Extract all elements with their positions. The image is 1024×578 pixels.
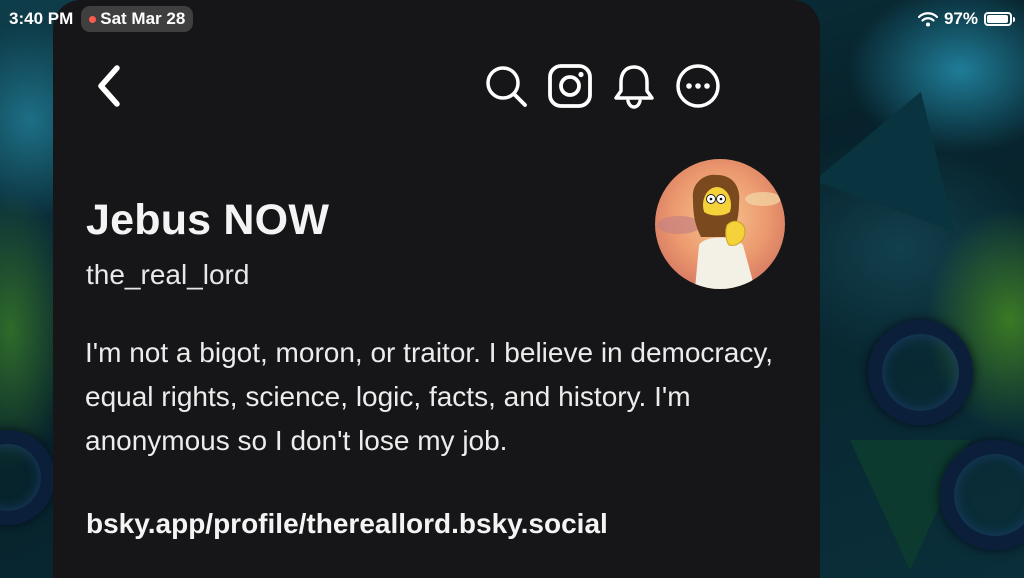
search-icon bbox=[486, 66, 527, 107]
back-button[interactable] bbox=[89, 63, 129, 109]
wallpaper-ring bbox=[0, 430, 55, 525]
status-time: 3:40 PM bbox=[9, 9, 74, 28]
wifi-icon bbox=[917, 12, 938, 27]
battery-icon bbox=[984, 12, 1015, 26]
avatar-image bbox=[655, 159, 785, 289]
search-button[interactable] bbox=[483, 62, 529, 110]
chevron-left-icon bbox=[98, 65, 120, 107]
wallpaper-shard bbox=[814, 67, 996, 233]
bell-icon bbox=[614, 65, 654, 109]
status-date: Sat Mar 28 bbox=[100, 9, 186, 28]
user-handle: the_real_lord bbox=[86, 259, 250, 290]
screen-recording-indicator[interactable]: Sat Mar 28 bbox=[81, 6, 194, 32]
avatar[interactable] bbox=[655, 159, 785, 289]
status-right: 97% bbox=[917, 9, 1015, 29]
instagram-button[interactable] bbox=[547, 62, 593, 110]
status-bar: 3:40 PM Sat Mar 28 97% bbox=[0, 0, 1024, 38]
status-left: 3:40 PM Sat Mar 28 bbox=[9, 6, 194, 32]
profile-panel: Jebus NOW the_real_lord I'm not a bigot,… bbox=[53, 0, 820, 578]
notifications-button[interactable] bbox=[611, 62, 657, 110]
profile-bio: I'm not a bigot, moron, or traitor. I be… bbox=[85, 337, 774, 456]
display-name: Jebus NOW bbox=[86, 196, 330, 244]
recording-dot-icon bbox=[89, 15, 97, 23]
more-icon bbox=[676, 64, 720, 108]
profile-link[interactable]: bsky.app/profile/thereallord.bsky.social bbox=[86, 508, 608, 540]
battery-percent: 97% bbox=[943, 9, 978, 28]
instagram-icon bbox=[548, 64, 592, 108]
more-options-button[interactable] bbox=[675, 62, 721, 110]
profile-toolbar bbox=[483, 62, 721, 110]
battery-fill bbox=[987, 15, 1009, 23]
wallpaper-ring bbox=[868, 320, 973, 425]
